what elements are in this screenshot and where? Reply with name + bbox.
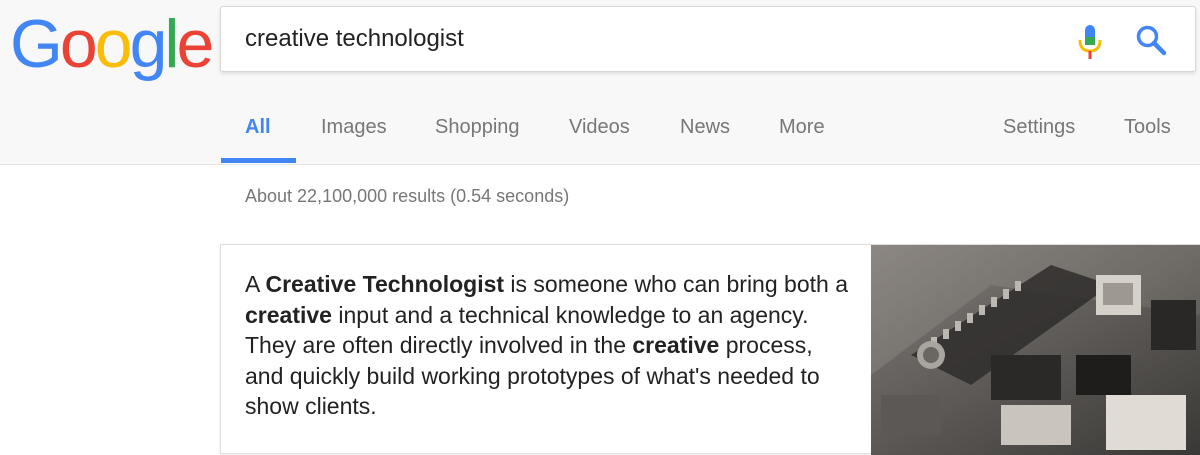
circuit-board-thumbnail[interactable] (871, 245, 1200, 455)
tab-shopping[interactable]: Shopping (435, 116, 520, 139)
result-stats: About 22,100,000 results (0.54 seconds) (245, 186, 570, 206)
snippet-segment: A (245, 271, 266, 297)
mic-icon[interactable] (1077, 25, 1103, 59)
snippet-segment-bold: creative (632, 332, 720, 358)
featured-snippet-card: A Creative Technologist is someone who c… (220, 244, 1200, 455)
snippet-segment-bold: creative (245, 301, 332, 328)
search-icon[interactable] (1135, 24, 1167, 56)
logo-letter: e (176, 6, 215, 82)
search-input[interactable] (245, 19, 1045, 59)
tab-tools[interactable]: Tools (1124, 116, 1171, 139)
tab-all[interactable]: All (245, 116, 271, 139)
tab-settings[interactable]: Settings (1003, 116, 1075, 139)
featured-snippet-text: A Creative Technologist is someone who c… (245, 269, 855, 422)
snippet-segment-bold: Creative Technologist (265, 271, 505, 297)
logo-letter: o (59, 6, 98, 82)
logo-letter: l (164, 6, 179, 82)
top-header: Google All Images Shopping Videos News M… (0, 0, 1200, 165)
logo-letter: G (10, 6, 63, 82)
snippet-segment: is someone who can bring both a (504, 271, 848, 297)
logo-letter: g (129, 6, 168, 82)
tab-images[interactable]: Images (321, 116, 387, 139)
google-logo[interactable]: Google (10, 4, 215, 84)
search-box (220, 6, 1196, 72)
tab-more[interactable]: More (779, 116, 825, 139)
tab-news[interactable]: News (680, 116, 730, 139)
logo-letter: o (94, 6, 133, 82)
active-tab-indicator (221, 158, 296, 163)
tab-videos[interactable]: Videos (569, 116, 630, 139)
